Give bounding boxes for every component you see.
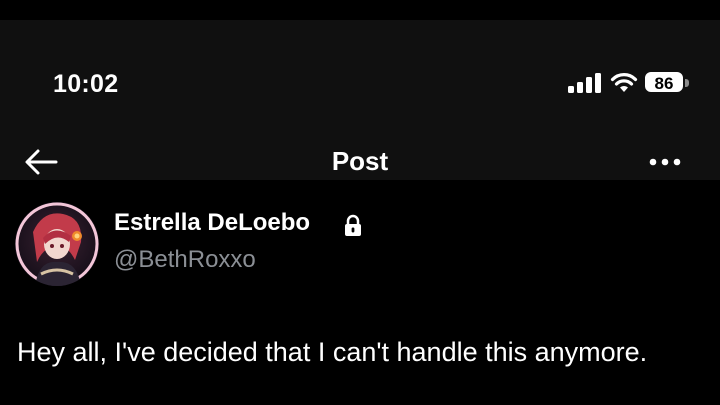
signal-icon — [568, 73, 601, 93]
post-screen: 10:02 86 Post Estrella DeLoebo @BethRoxx… — [0, 0, 720, 405]
author-display-name[interactable]: Estrella DeLoebo — [114, 209, 310, 237]
wifi-icon — [610, 73, 638, 92]
avatar-image — [15, 202, 99, 286]
header-area: 10:02 86 Post — [0, 20, 720, 180]
status-time: 10:02 — [53, 70, 119, 98]
lock-icon — [345, 214, 361, 236]
page-title: Post — [331, 146, 389, 176]
more-horizontal-icon — [649, 158, 681, 166]
avatar[interactable] — [15, 202, 99, 286]
post-text: Hey all, I've decided that I can't handl… — [17, 337, 648, 367]
top-black-strip — [0, 0, 720, 20]
more-options-button[interactable] — [645, 146, 689, 178]
battery-tip — [685, 79, 689, 87]
author-handle[interactable]: @BethRoxxo — [114, 246, 256, 274]
battery-level: 86 — [645, 72, 683, 93]
battery-icon: 86 — [645, 72, 691, 94]
